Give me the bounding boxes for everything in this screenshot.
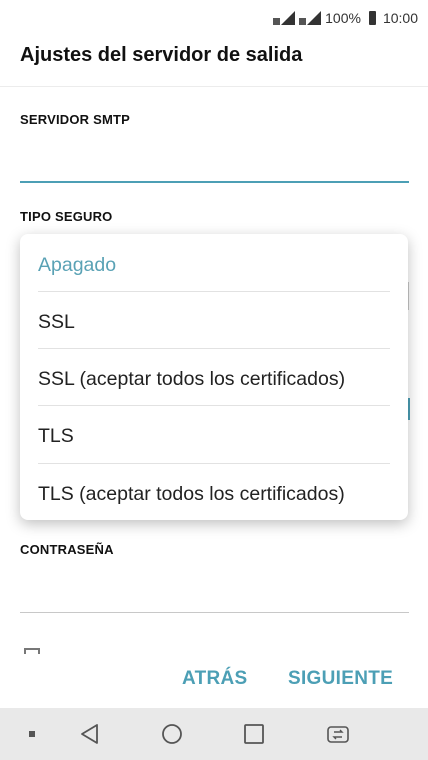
clock: 10:00 — [382, 10, 418, 26]
option-divider — [38, 405, 390, 406]
sim1-signal-icon — [273, 9, 296, 28]
smtp-server-label: SERVIDOR SMTP — [20, 112, 130, 127]
status-bar: 100% 10:00 — [0, 0, 428, 36]
option-divider — [38, 291, 390, 292]
option-tls-accept-all[interactable]: TLS (aceptar todos los certificados) — [38, 483, 390, 506]
password-label: CONTRASEÑA — [20, 542, 114, 557]
option-divider — [38, 348, 390, 349]
option-divider — [38, 463, 390, 464]
option-apagado[interactable]: Apagado — [38, 254, 390, 277]
smtp-input-underline — [20, 181, 409, 183]
battery-percent: 100% — [325, 10, 361, 26]
option-tls[interactable]: TLS — [38, 425, 390, 448]
password-input[interactable] — [20, 570, 409, 610]
background-focus-edge — [408, 398, 410, 420]
background-spinner-edge — [408, 282, 409, 310]
smtp-server-input[interactable] — [20, 140, 409, 180]
next-button[interactable]: SIGUIENTE — [288, 668, 393, 690]
option-ssl-accept-all[interactable]: SSL (aceptar todos los certificados) — [38, 368, 390, 391]
dot-icon[interactable] — [22, 708, 42, 760]
secure-type-label: TIPO SEGURO — [20, 209, 113, 224]
secure-type-dropdown: Apagado SSL SSL (aceptar todos los certi… — [20, 234, 408, 520]
battery-icon — [368, 11, 376, 25]
back-button[interactable]: ATRÁS — [182, 668, 248, 690]
home-circle-icon[interactable] — [152, 708, 192, 760]
dual-window-icon[interactable] — [318, 708, 358, 760]
option-ssl[interactable]: SSL — [38, 311, 390, 334]
title-divider — [0, 86, 428, 87]
back-triangle-icon[interactable] — [70, 708, 110, 760]
sim2-signal-icon — [299, 9, 322, 28]
system-nav-bar — [0, 708, 428, 760]
page-title: Ajustes del servidor de salida — [20, 44, 303, 66]
recents-square-icon[interactable] — [234, 708, 274, 760]
password-input-underline — [20, 612, 409, 613]
